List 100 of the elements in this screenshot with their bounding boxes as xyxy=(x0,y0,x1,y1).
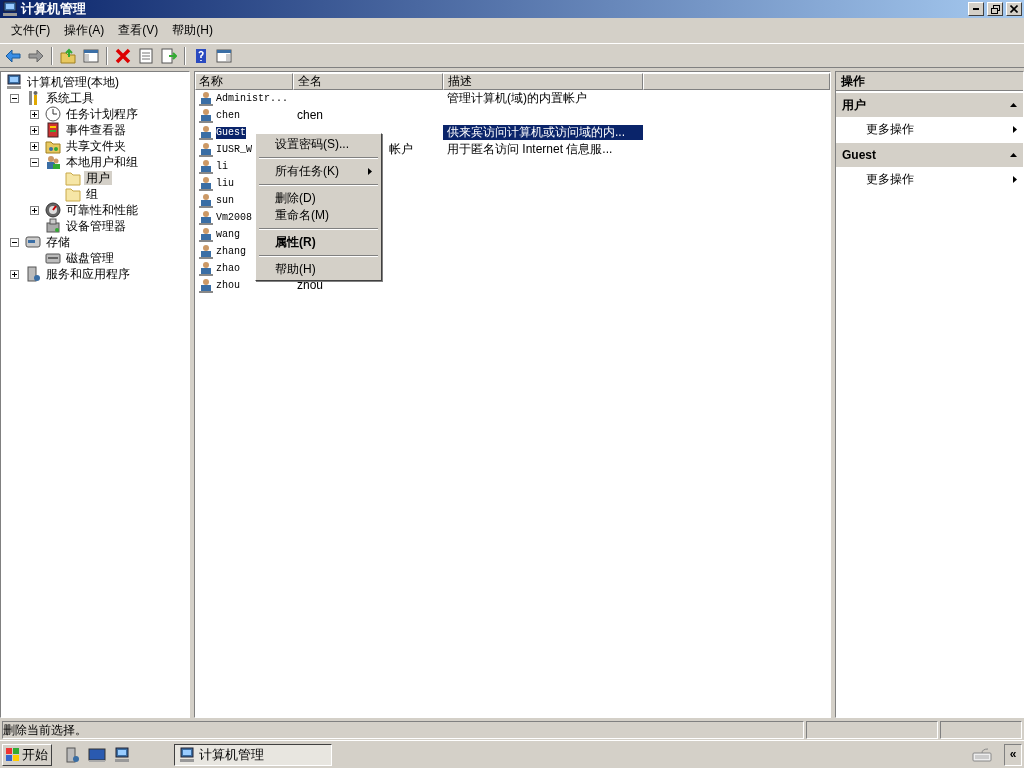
status-text: 删除当前选择。 xyxy=(2,721,804,739)
submenu-arrow-icon xyxy=(1013,125,1017,133)
tree-item[interactable]: 组 xyxy=(84,186,100,202)
computer-icon xyxy=(2,1,18,17)
windows-logo-icon xyxy=(6,747,20,762)
tree-item[interactable]: 磁盘管理 xyxy=(64,250,116,266)
keyboard-icon xyxy=(972,747,992,762)
section-title: 用户 xyxy=(842,98,866,113)
tree-item[interactable]: 可靠性和性能 xyxy=(64,202,140,218)
menu-item[interactable]: 所有任务(K) xyxy=(257,163,380,180)
delete-icon[interactable] xyxy=(115,47,131,64)
computer-icon xyxy=(6,74,22,90)
column-header[interactable]: 全名 xyxy=(293,73,443,90)
users-icon xyxy=(45,154,61,170)
tree-item[interactable]: 本地用户和组 xyxy=(64,154,140,170)
minimize-button[interactable] xyxy=(968,2,984,16)
menu-item[interactable]: 重命名(M) xyxy=(257,207,380,224)
tree-item[interactable]: 服务和应用程序 xyxy=(44,266,132,282)
menu-item[interactable]: 设置密码(S)... xyxy=(257,136,380,153)
user-name[interactable]: chen xyxy=(216,109,240,122)
restore-icon xyxy=(990,4,1000,14)
folder-icon xyxy=(65,186,81,202)
start-button[interactable]: 开始 xyxy=(2,743,52,766)
user-name[interactable]: Guest xyxy=(216,126,246,139)
user-icon xyxy=(198,124,214,141)
user-name[interactable]: IUSR_W xyxy=(216,143,252,156)
tree-item[interactable]: 计算机管理(本地) xyxy=(25,74,121,90)
computer-icon[interactable] xyxy=(114,746,130,763)
tree-item[interactable]: 事件查看器 xyxy=(64,122,128,138)
menu-item[interactable]: 帮助(H) xyxy=(165,21,220,40)
user-name[interactable]: Vm2008 xyxy=(216,211,252,224)
menu-item[interactable]: 属性(R) xyxy=(257,234,380,251)
full-name: zhou xyxy=(297,278,324,292)
actions-header: 操作 xyxy=(836,72,1023,92)
menu-item[interactable]: 帮助(H) xyxy=(257,261,380,278)
collapse-arrow-icon[interactable] xyxy=(1010,103,1017,108)
restore-button[interactable] xyxy=(987,2,1003,16)
user-name[interactable]: wang xyxy=(216,228,240,241)
tree-item[interactable]: 用户 xyxy=(84,170,112,186)
device-icon xyxy=(45,218,61,234)
collapse-icon[interactable] xyxy=(10,93,19,103)
minimize-icon xyxy=(973,8,979,10)
menu-item[interactable]: 操作(A) xyxy=(57,21,112,40)
column-header[interactable]: 名称 xyxy=(195,73,293,90)
properties-icon[interactable] xyxy=(138,47,154,64)
user-name[interactable]: zhao xyxy=(216,262,240,275)
user-icon xyxy=(198,260,214,277)
user-name[interactable]: li xyxy=(216,160,228,173)
tree-item[interactable]: 共享文件夹 xyxy=(64,138,128,154)
action-link[interactable]: 更多操作 xyxy=(836,167,1023,192)
menu-item[interactable]: 查看(V) xyxy=(111,21,166,40)
user-icon xyxy=(198,243,214,260)
export-list-icon[interactable] xyxy=(161,47,177,64)
expand-icon[interactable] xyxy=(30,109,39,119)
back-arrow-icon[interactable] xyxy=(5,47,21,64)
close-button[interactable] xyxy=(1006,2,1022,16)
pane-toggle-icon[interactable] xyxy=(83,47,99,64)
user-name[interactable]: zhou xyxy=(216,279,240,292)
close-icon xyxy=(1010,5,1018,13)
submenu-arrow-icon xyxy=(1013,175,1017,183)
server-manager-icon[interactable] xyxy=(64,746,80,763)
expand-icon[interactable] xyxy=(30,205,39,215)
action-section-header[interactable]: Guest xyxy=(836,143,1023,168)
computer-icon xyxy=(179,746,195,763)
expand-icon[interactable] xyxy=(10,269,19,279)
menu-item[interactable]: 文件(F) xyxy=(4,21,58,40)
gauge-icon xyxy=(45,202,61,218)
description: 管理计算机(域)的内置帐户 xyxy=(447,91,587,105)
section-title: Guest xyxy=(842,148,876,163)
show-hidden-icons-button[interactable]: « xyxy=(1004,743,1022,766)
user-icon xyxy=(198,90,214,107)
server-icon xyxy=(25,266,41,282)
collapse-icon[interactable] xyxy=(30,157,39,167)
tree-item[interactable]: 设备管理器 xyxy=(64,218,128,234)
collapse-icon[interactable] xyxy=(10,237,19,247)
user-name[interactable]: zhang xyxy=(216,245,246,258)
shared-folder-icon xyxy=(45,138,61,154)
forward-arrow-icon[interactable] xyxy=(28,47,44,64)
folder-icon xyxy=(65,170,81,186)
action-pane-icon[interactable] xyxy=(216,47,232,64)
tree-item[interactable]: 任务计划程序 xyxy=(64,106,140,122)
user-name[interactable]: liu xyxy=(216,177,234,190)
tree-item[interactable]: 存储 xyxy=(44,234,72,250)
user-name[interactable]: Administr... xyxy=(216,92,288,105)
desktop-icon[interactable] xyxy=(88,746,106,763)
menu-item[interactable]: 删除(D) xyxy=(257,190,380,207)
expand-icon[interactable] xyxy=(30,141,39,151)
submenu-arrow-icon xyxy=(368,168,372,175)
tree-item[interactable]: 系统工具 xyxy=(44,90,96,106)
description: 供来宾访问计算机或访问域的内... xyxy=(447,125,625,139)
clock-icon xyxy=(45,106,61,122)
user-name[interactable]: sun xyxy=(216,194,234,207)
action-section-header[interactable]: 用户 xyxy=(836,93,1023,118)
taskbar-button[interactable]: 计算机管理 xyxy=(174,743,332,766)
column-header[interactable]: 描述 xyxy=(443,73,643,90)
expand-icon[interactable] xyxy=(30,125,39,135)
action-link[interactable]: 更多操作 xyxy=(836,117,1023,142)
collapse-arrow-icon[interactable] xyxy=(1010,153,1017,158)
help-icon[interactable] xyxy=(193,47,209,64)
user-icon xyxy=(198,209,214,226)
